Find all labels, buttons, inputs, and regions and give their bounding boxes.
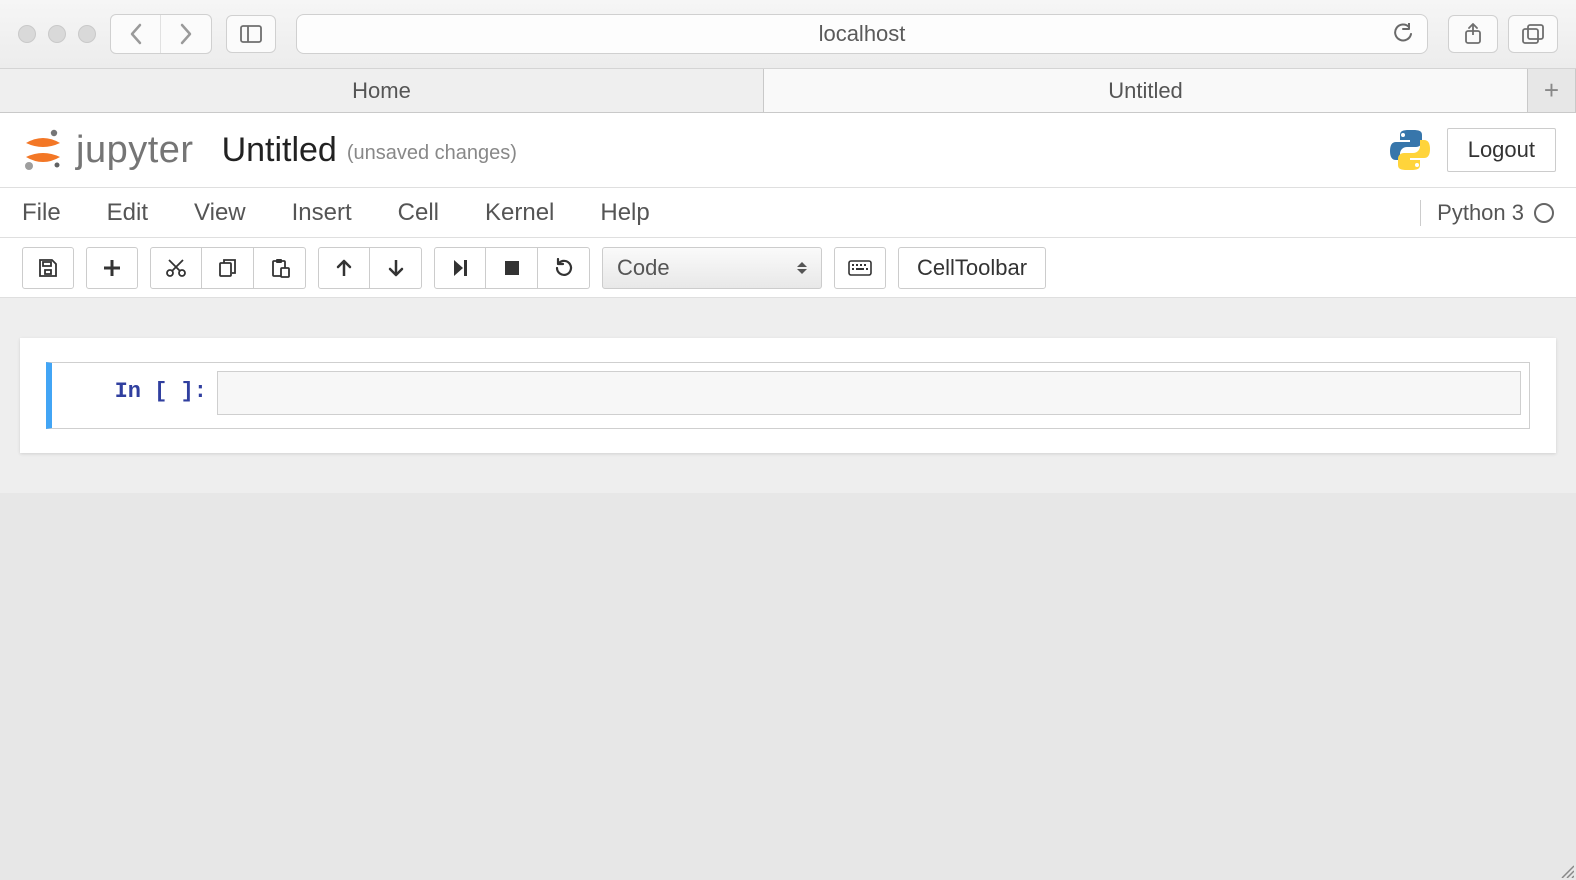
menu-kernel[interactable]: Kernel: [485, 199, 554, 227]
restart-icon: [554, 258, 574, 278]
menu-edit[interactable]: Edit: [107, 199, 148, 227]
save-icon: [38, 258, 58, 278]
unsaved-changes-label: (unsaved changes): [347, 142, 517, 165]
arrow-up-icon: [335, 258, 353, 278]
kernel-indicator[interactable]: Python 3: [1420, 200, 1554, 226]
cell-prompt: In [ ]:: [52, 363, 217, 428]
code-cell[interactable]: In [ ]:: [46, 362, 1530, 429]
browser-chrome: localhost: [0, 0, 1576, 69]
keyboard-icon: [848, 260, 872, 276]
browser-tabs: Home Untitled +: [0, 69, 1576, 113]
stop-icon: [504, 260, 520, 276]
arrow-down-icon: [387, 258, 405, 278]
run-button[interactable]: [434, 247, 486, 289]
plus-icon: [102, 258, 122, 278]
reload-icon[interactable]: [1393, 23, 1413, 45]
jupyter-logo-icon: [20, 127, 66, 173]
paste-button[interactable]: [254, 247, 306, 289]
new-tab-button[interactable]: +: [1528, 69, 1576, 112]
menu-insert[interactable]: Insert: [292, 199, 352, 227]
notebook-area: In [ ]:: [0, 298, 1576, 493]
chevron-updown-icon: [797, 262, 807, 274]
tabs-overview-button[interactable]: [1508, 15, 1558, 53]
browser-right-toolbar: [1448, 15, 1558, 53]
paste-icon: [270, 258, 290, 278]
run-group: [434, 247, 590, 289]
forward-button[interactable]: [161, 15, 211, 53]
cut-copy-paste-group: [150, 247, 306, 289]
window-close-icon[interactable]: [18, 25, 36, 43]
kernel-status-icon: [1534, 203, 1554, 223]
browser-tab-untitled[interactable]: Untitled: [764, 69, 1528, 112]
jupyter-logo[interactable]: jupyter: [20, 127, 194, 173]
url-bar[interactable]: localhost: [296, 14, 1428, 54]
cell-type-select[interactable]: Code: [602, 247, 822, 289]
notebook-container: In [ ]:: [20, 338, 1556, 453]
toolbar: Code CellToolbar: [0, 238, 1576, 298]
browser-tab-label: Untitled: [1108, 78, 1183, 104]
notebook-name[interactable]: Untitled: [222, 131, 337, 170]
browser-tab-home[interactable]: Home: [0, 69, 764, 112]
sidebar-toggle-button[interactable]: [226, 15, 276, 53]
cut-button[interactable]: [150, 247, 202, 289]
jupyter-header: jupyter Untitled (unsaved changes) Logou…: [0, 113, 1576, 188]
scissors-icon: [165, 258, 187, 278]
interrupt-button[interactable]: [486, 247, 538, 289]
menubar: File Edit View Insert Cell Kernel Help P…: [0, 188, 1576, 238]
menu-cell[interactable]: Cell: [398, 199, 439, 227]
back-button[interactable]: [111, 15, 161, 53]
copy-icon: [218, 258, 238, 278]
command-palette-button[interactable]: [834, 247, 886, 289]
nav-back-forward-group: [110, 14, 212, 54]
restart-button[interactable]: [538, 247, 590, 289]
insert-cell-button[interactable]: [86, 247, 138, 289]
window-maximize-icon[interactable]: [78, 25, 96, 43]
python-logo-icon: [1387, 127, 1433, 173]
menu-help[interactable]: Help: [600, 199, 649, 227]
menu-file[interactable]: File: [22, 199, 61, 227]
save-button[interactable]: [22, 247, 74, 289]
jupyter-wordmark: jupyter: [76, 129, 194, 172]
window-traffic-lights: [18, 25, 96, 43]
move-up-button[interactable]: [318, 247, 370, 289]
move-cell-group: [318, 247, 422, 289]
move-down-button[interactable]: [370, 247, 422, 289]
logout-button[interactable]: Logout: [1447, 128, 1556, 172]
window-minimize-icon[interactable]: [48, 25, 66, 43]
url-text: localhost: [819, 21, 906, 47]
cell-toolbar-button[interactable]: CellToolbar: [898, 247, 1046, 289]
cell-type-value: Code: [617, 255, 670, 281]
cell-input-area: [217, 371, 1521, 420]
resize-handle-icon[interactable]: [1558, 862, 1574, 878]
browser-tab-label: Home: [352, 78, 411, 104]
kernel-name: Python 3: [1437, 200, 1524, 226]
menu-view[interactable]: View: [194, 199, 246, 227]
step-forward-icon: [452, 258, 468, 278]
share-button[interactable]: [1448, 15, 1498, 53]
code-input[interactable]: [217, 371, 1521, 415]
copy-button[interactable]: [202, 247, 254, 289]
